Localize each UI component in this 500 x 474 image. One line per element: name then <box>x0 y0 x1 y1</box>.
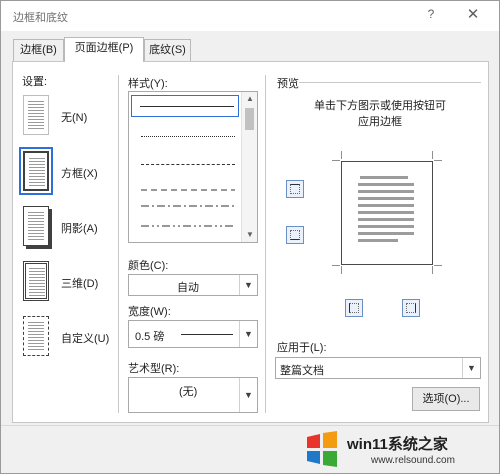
art-label: 艺术型(R): <box>128 363 180 375</box>
apply-to-value: 整篇文档 <box>280 365 324 377</box>
style-row-dashed-small[interactable] <box>133 154 239 174</box>
preview-hint-line2: 应用边框 <box>358 116 402 128</box>
setting-box[interactable]: 方框(X) <box>19 147 121 195</box>
color-label: 颜色(C): <box>128 260 169 272</box>
corner-mark <box>341 151 342 159</box>
chevron-down-icon: ▼ <box>239 275 257 295</box>
setting-custom-icon <box>23 316 49 356</box>
style-row-dash-dot-dot[interactable] <box>133 218 239 238</box>
setting-none-icon <box>23 95 49 135</box>
setting-shadow-icon <box>23 206 49 246</box>
style-list[interactable]: ▲ ▼ <box>128 91 258 243</box>
setting-none[interactable]: 无(N) <box>21 93 121 139</box>
setting-box-icon <box>19 147 53 195</box>
footer-divider <box>1 425 499 426</box>
watermark-url: www.relsound.com <box>371 455 455 466</box>
setting-3d-label: 三维(D) <box>61 278 99 290</box>
width-label: 宽度(W): <box>128 306 171 318</box>
setting-3d[interactable]: 三维(D) <box>21 259 121 305</box>
title-bar: 边框和底纹 ? ✕ <box>1 1 499 31</box>
chevron-down-icon: ▼ <box>239 378 257 412</box>
setting-shadow-label: 阴影(A) <box>61 223 98 235</box>
chevron-down-icon: ▼ <box>462 358 480 378</box>
setting-custom[interactable]: 自定义(U) <box>21 314 121 360</box>
right-border-icon[interactable] <box>402 299 420 317</box>
tab-borders[interactable]: 边框(B) <box>13 39 64 61</box>
help-button[interactable]: ? <box>421 7 441 25</box>
preview-header-line <box>299 82 481 83</box>
corner-mark <box>434 265 442 266</box>
preview-label: 预览 <box>277 78 299 90</box>
apply-to-label: 应用于(L): <box>277 342 327 354</box>
site-watermark: win11系统之家 www.relsound.com <box>297 427 497 473</box>
corner-mark <box>434 160 442 161</box>
scroll-down-icon[interactable]: ▼ <box>242 228 257 242</box>
art-select[interactable]: (无) ▼ <box>128 377 258 413</box>
apply-to-select[interactable]: 整篇文档 ▼ <box>275 357 481 379</box>
bottom-border-icon[interactable] <box>286 226 304 244</box>
scroll-up-icon[interactable]: ▲ <box>242 92 257 106</box>
tab-page-border[interactable]: 页面边框(P) <box>64 37 144 62</box>
tab-shading[interactable]: 底纹(S) <box>144 39 191 61</box>
width-value: 0.5 磅 <box>135 331 165 343</box>
corner-mark <box>332 265 340 266</box>
style-row-dotted[interactable] <box>133 126 239 146</box>
corner-mark <box>432 266 433 274</box>
scroll-thumb[interactable] <box>245 108 254 130</box>
color-select[interactable]: 自动 ▼ <box>128 274 258 296</box>
width-sample-line <box>181 334 233 335</box>
page-preview[interactable] <box>341 161 433 265</box>
setting-shadow[interactable]: 阴影(A) <box>21 204 121 250</box>
preview-divider <box>265 75 266 413</box>
style-scrollbar[interactable]: ▲ ▼ <box>241 92 257 242</box>
settings-label: 设置: <box>22 76 48 88</box>
setting-3d-icon <box>23 261 49 301</box>
setting-none-label: 无(N) <box>61 112 88 124</box>
corner-mark <box>432 151 433 159</box>
corner-mark <box>332 160 340 161</box>
style-label: 样式(Y): <box>128 78 168 90</box>
left-border-icon[interactable] <box>345 299 363 317</box>
dialog-title: 边框和底纹 <box>13 12 68 24</box>
divider <box>118 75 119 413</box>
close-button[interactable]: ✕ <box>461 5 485 27</box>
preview-hint-line1: 单击下方图示或使用按钮可 <box>314 100 446 112</box>
style-row-dash-dot[interactable] <box>133 198 239 218</box>
corner-mark <box>341 266 342 274</box>
options-button[interactable]: 选项(O)... <box>412 387 480 411</box>
windows-logo-icon <box>307 431 337 467</box>
top-border-icon[interactable] <box>286 180 304 198</box>
width-select[interactable]: 0.5 磅 ▼ <box>128 320 258 348</box>
setting-custom-label: 自定义(U) <box>61 333 110 345</box>
chevron-down-icon: ▼ <box>239 321 257 347</box>
setting-box-label: 方框(X) <box>61 168 98 180</box>
watermark-title: win11系统之家 <box>347 436 448 453</box>
art-value: (无) <box>179 386 198 398</box>
style-row-solid[interactable] <box>131 95 239 117</box>
borders-and-shading-dialog: 边框和底纹 ? ✕ 边框(B) 页面边框(P) 底纹(S) 设置: 无(N) 方… <box>0 0 500 474</box>
color-value: 自动 <box>177 282 199 294</box>
